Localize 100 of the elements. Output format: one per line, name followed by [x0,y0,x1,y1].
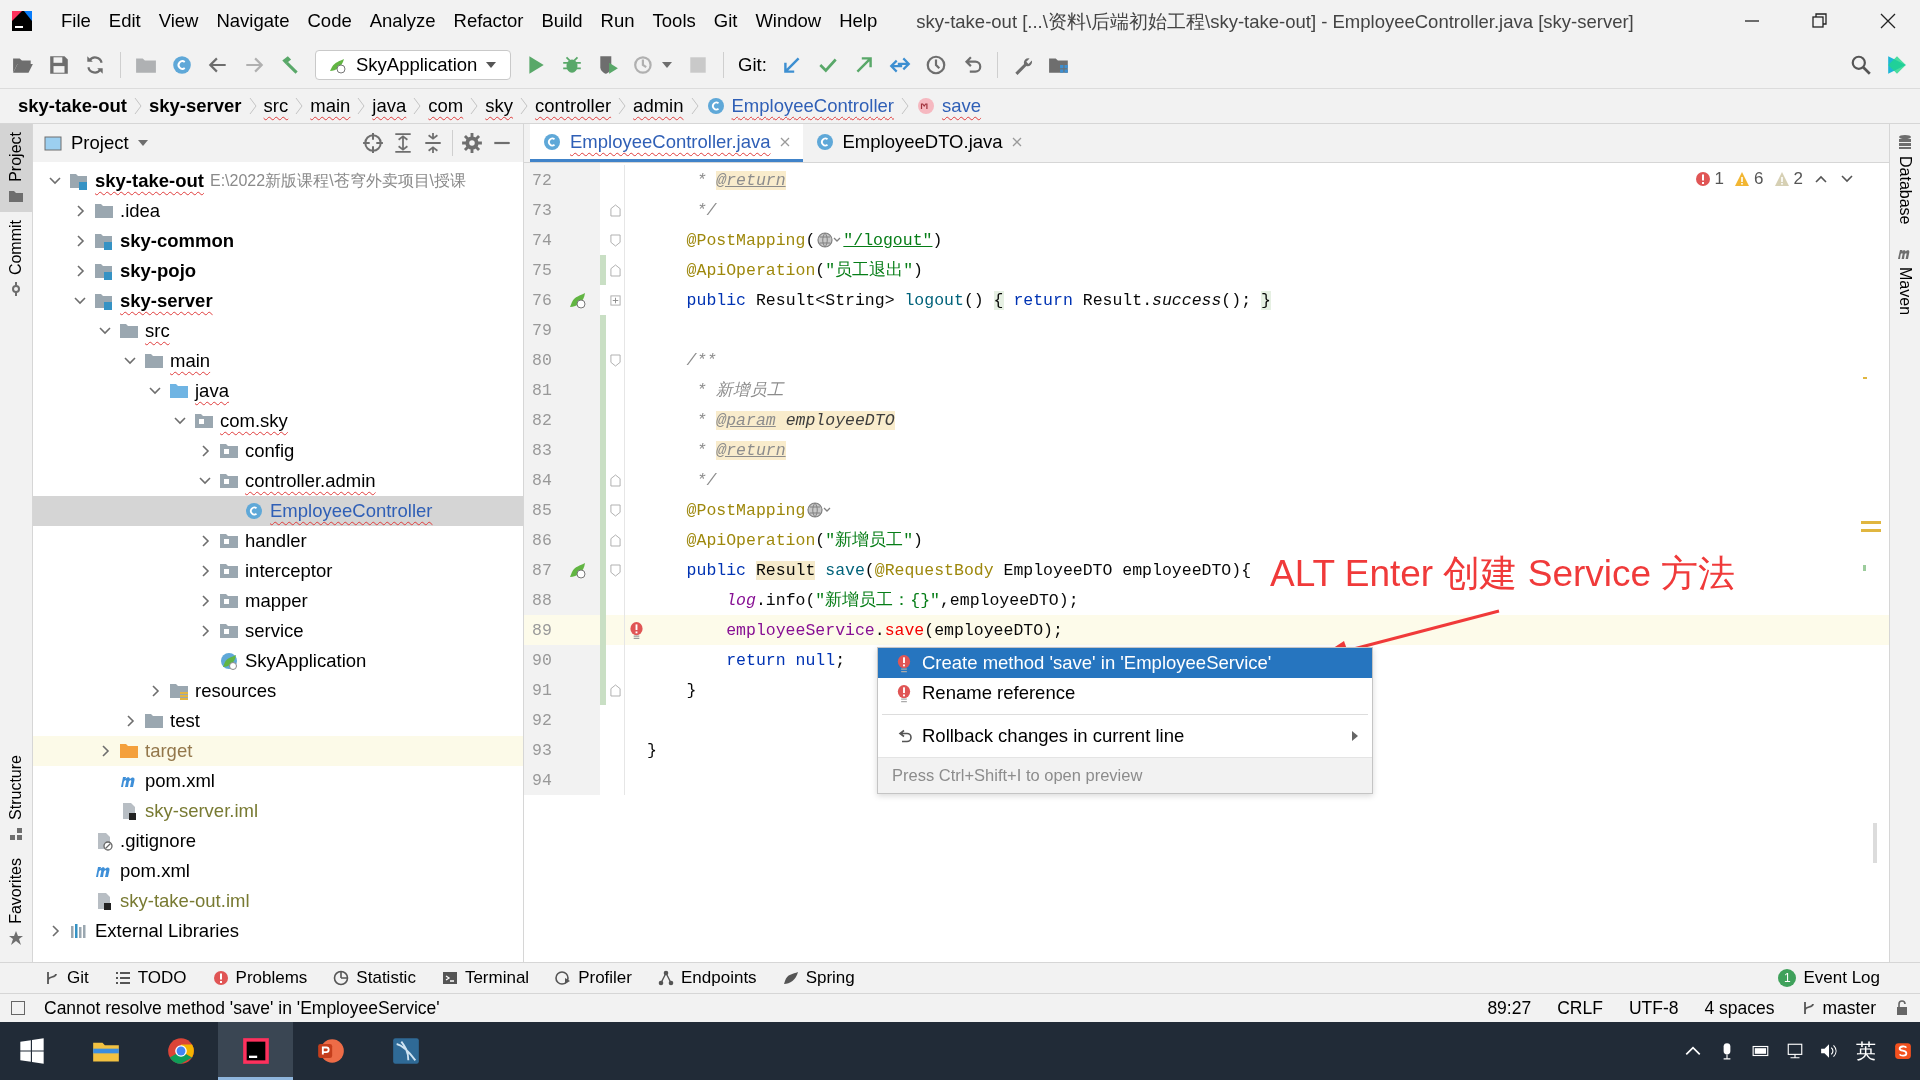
menu-item[interactable]: Analyze [360,6,445,36]
git-branch[interactable]: master [1792,997,1884,1019]
status-item[interactable]: UTF-8 [1620,997,1687,1019]
input-method-icon[interactable] [1894,1042,1912,1060]
tool-window-button[interactable]: Terminal [441,968,530,988]
volume-icon[interactable] [1820,1042,1838,1060]
tool-window-tab[interactable]: Commit [0,211,32,305]
breadcrumb[interactable]: sky [485,95,513,117]
tree-item[interactable]: pom.xml [120,860,190,882]
breadcrumb[interactable]: sky-server [149,95,242,117]
history-icon[interactable] [924,54,947,76]
spring-endpoint-icon[interactable] [568,290,588,310]
menu-item[interactable]: Refactor [444,6,533,36]
tree-item[interactable]: External Libraries [95,920,239,942]
menu-item[interactable]: Navigate [207,6,299,36]
tree-item[interactable]: target [145,740,193,762]
menu-item[interactable]: View [149,6,208,36]
tool-window-button[interactable]: Problems [212,968,308,988]
tree-item[interactable]: interceptor [245,560,333,582]
taskbar-app[interactable] [218,1022,293,1080]
tree-item[interactable]: test [170,710,200,732]
breadcrumb[interactable]: com [428,95,464,117]
tree-item[interactable]: sky-common [120,230,235,252]
menu-item[interactable]: Build [532,6,592,36]
tree-item[interactable]: pom.xml [145,770,215,792]
inspection-count[interactable]: 6 [1734,169,1764,189]
spring-endpoint-icon[interactable] [568,560,588,580]
sync-icon[interactable] [84,54,106,76]
intention-item[interactable]: Rollback changes in current line [878,721,1372,751]
menu-item[interactable]: Window [746,6,831,36]
breadcrumb[interactable]: EmployeeController [731,95,894,117]
collapse-all-icon[interactable] [422,132,444,154]
settings-icon[interactable] [461,132,483,154]
breadcrumb[interactable]: main [310,95,351,117]
tool-window-tab[interactable]: Structure [0,747,32,851]
menu-item[interactable]: Edit [99,6,150,36]
tree-item[interactable]: service [245,620,304,642]
menu-item[interactable]: File [52,6,100,36]
tool-window-tab[interactable]: Favorites [0,850,32,954]
search-icon[interactable] [1850,54,1872,76]
unfold-icon[interactable] [609,293,621,307]
globe-icon[interactable] [806,501,833,519]
tree-item[interactable]: resources [195,680,277,702]
hammer-icon[interactable] [279,54,301,76]
breadcrumb[interactable]: src [263,95,289,117]
menu-item[interactable]: Git [704,6,747,36]
tree-item[interactable]: SkyApplication [245,650,367,672]
save-icon[interactable] [48,54,70,76]
event-log-button[interactable]: 1 Event Log [1778,968,1880,988]
tool-window-tab[interactable]: Database [1896,124,1914,235]
close-icon[interactable] [1878,11,1898,31]
tree-item[interactable]: java [195,380,229,402]
lock-icon[interactable] [1894,1000,1910,1016]
menu-item[interactable]: Run [591,6,644,36]
inspection-count[interactable]: 2 [1773,169,1803,189]
tool-window-button[interactable]: Statistic [333,968,416,988]
run-configuration-dropdown[interactable]: SkyApplication [315,50,511,80]
tool-window-button[interactable]: Endpoints [658,968,757,988]
tree-item[interactable]: handler [245,530,307,552]
input-method-indicator[interactable]: 英 [1856,1037,1876,1065]
breadcrumb[interactable]: admin [633,95,684,117]
status-item[interactable]: 89:27 [1479,997,1540,1019]
panel-toggle-icon[interactable] [10,1000,26,1016]
tool-window-tab[interactable]: Project [0,124,32,212]
panel-title[interactable]: Project [71,132,129,154]
start-icon[interactable] [18,1037,46,1065]
restore-icon[interactable] [1810,11,1830,31]
tree-item[interactable]: controller.admin [245,470,376,492]
tool-window-button[interactable]: Git [44,968,89,988]
network-icon[interactable] [1786,1042,1804,1060]
bug-icon[interactable] [561,54,583,76]
breadcrumb[interactable]: java [372,95,407,117]
tree-item[interactable]: sky-server [120,290,213,312]
expand-all-icon[interactable] [392,132,414,154]
menu-item[interactable]: Tools [643,6,705,36]
tool-window-button[interactable]: TODO [114,968,187,988]
intention-item[interactable]: Create method 'save' in 'EmployeeService' [878,648,1372,678]
breadcrumb[interactable]: save [941,95,982,117]
status-item[interactable]: CRLF [1549,997,1611,1019]
tool-window-button[interactable]: Profiler [555,968,632,988]
tree-item[interactable]: sky-take-out.iml [120,890,250,912]
tree-item[interactable]: sky-take-out [95,170,204,192]
coverage-icon[interactable] [597,54,619,76]
breadcrumb[interactable]: sky-take-out [18,95,127,117]
editor-tab[interactable]: EmployeeDTO.java [802,124,1035,162]
intention-item[interactable]: Rename reference [878,678,1372,708]
globe-icon[interactable] [816,231,843,249]
menu-item[interactable]: Code [298,6,361,36]
menu-item[interactable]: Help [830,6,887,36]
class-icon[interactable] [171,54,193,76]
status-item[interactable]: 4 spaces [1696,997,1783,1019]
tree-item[interactable]: .gitignore [120,830,197,852]
inspection-count[interactable]: 1 [1694,169,1725,189]
tree-item[interactable]: sky-server.iml [145,800,259,822]
error-bulb-icon[interactable] [628,620,644,640]
breadcrumb[interactable]: controller [535,95,612,117]
tree-item[interactable]: config [245,440,295,462]
tree-item[interactable]: sky-pojo [120,260,197,282]
tree-item[interactable]: main [170,350,211,372]
locate-icon[interactable] [362,132,384,154]
